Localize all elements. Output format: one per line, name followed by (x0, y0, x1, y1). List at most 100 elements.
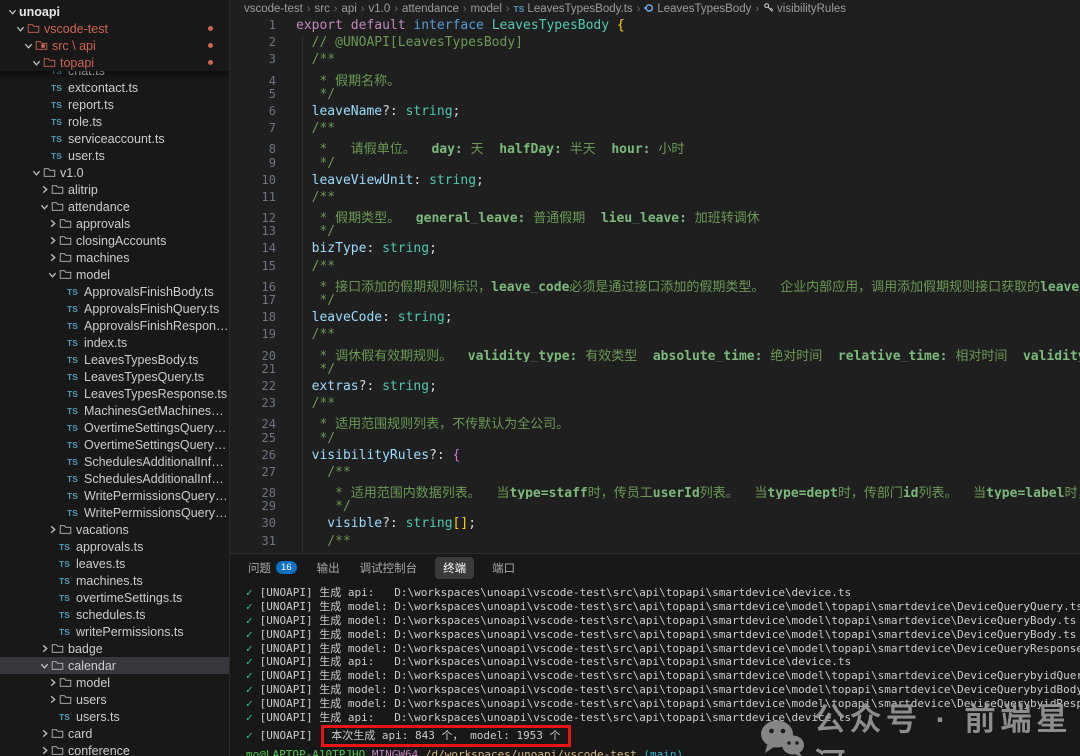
file-item-schedulesadditionalinforespo[interactable]: TS SchedulesAdditionalInfoRespo… (0, 470, 229, 487)
code-line[interactable]: 27 /** (230, 465, 1080, 482)
folder-item-closingaccounts[interactable]: closingAccounts (0, 232, 229, 249)
terminal-prompt[interactable]: mo@LAPTOP-A10TPJHO MINGW64 /d/workspaces… (246, 748, 1080, 756)
folder-item-calendar[interactable]: calendar (0, 657, 229, 674)
tree-sticky-scroll[interactable]: unoapi vscode-test src \ api topapi (0, 0, 229, 71)
folder-item-vscode-test[interactable]: vscode-test (0, 20, 229, 37)
breadcrumb-item-leavestypesbody[interactable]: LeavesTypesBody (644, 3, 751, 16)
file-item-approvalsfinishquery-ts[interactable]: TS ApprovalsFinishQuery.ts (0, 300, 229, 317)
code-line[interactable]: 26 visibilityRules?: { (230, 448, 1080, 465)
code-line[interactable]: 20 * 调休假有效期规则。 validity_type: 有效类型 absol… (230, 345, 1080, 362)
chevron-down-icon[interactable] (46, 270, 59, 279)
code-editor[interactable]: vscode-test › src › api › v1.0 › attendance › mode… (230, 0, 1080, 553)
code-line[interactable]: 13 */ (230, 224, 1080, 241)
file-item-leavestypesbody-ts[interactable]: TS LeavesTypesBody.ts (0, 351, 229, 368)
code-line[interactable]: 8 * 请假单位。 day: 天 halfDay: 半天 hour: 小时 (230, 138, 1080, 155)
file-item-users-ts[interactable]: TS users.ts (0, 708, 229, 725)
code-line[interactable]: 9 */ (230, 156, 1080, 173)
folder-item-model[interactable]: model (0, 674, 229, 691)
code-line[interactable]: 15 /** (230, 259, 1080, 276)
code-area[interactable]: 1 export default interface LeavesTypesBod… (230, 18, 1080, 553)
file-item-schedulesadditionalinfobody-ts[interactable]: TS SchedulesAdditionalInfoBody.ts (0, 453, 229, 470)
chevron-right-icon[interactable] (46, 525, 59, 534)
folder-item-approvals[interactable]: approvals (0, 215, 229, 232)
chevron-right-icon[interactable] (46, 678, 59, 687)
code-line[interactable]: 2 // @UNOAPI[LeavesTypesBody] (230, 35, 1080, 52)
breadcrumb-item-vscode-test[interactable]: vscode-test (244, 3, 303, 15)
chevron-right-icon[interactable] (38, 746, 51, 755)
breadcrumb-item-visibilityrules[interactable]: visibilityRules (763, 2, 846, 16)
terminal-panel[interactable]: 问题 16 输出 调试控制台 终端 端口 ✓ [UNOAPI] 生成 api: D:\wor… (230, 553, 1080, 756)
folder-item-vacations[interactable]: vacations (0, 521, 229, 538)
file-item-overtimesettingsqueryrespon[interactable]: TS OvertimeSettingsQueryRespon… (0, 436, 229, 453)
code-line[interactable]: 19 /** (230, 327, 1080, 344)
chevron-down-icon[interactable] (38, 661, 51, 670)
panel-tab-item[interactable]: 输出 (315, 557, 342, 579)
file-item-report-ts[interactable]: TS report.ts (0, 96, 229, 113)
file-item-overtimesettingsquerybody-ts[interactable]: TS OvertimeSettingsQueryBody.ts (0, 419, 229, 436)
code-line[interactable]: 10 leaveViewUnit: string; (230, 173, 1080, 190)
file-item-schedules-ts[interactable]: TS schedules.ts (0, 606, 229, 623)
breadcrumb-item-v1-0[interactable]: v1.0 (369, 3, 391, 15)
chevron-right-icon[interactable] (38, 644, 51, 653)
file-item-extcontact-ts[interactable]: TS extcontact.ts (0, 79, 229, 96)
file-item-machinesgetmachinesbydevid[interactable]: TS MachinesGetMachinesByDevId… (0, 402, 229, 419)
code-line[interactable]: 1 export default interface LeavesTypesBod… (230, 18, 1080, 35)
code-line[interactable]: 23 /** (230, 396, 1080, 413)
file-item-leavestypesresponse-ts[interactable]: TS LeavesTypesResponse.ts (0, 385, 229, 402)
folder-item-attendance[interactable]: attendance (0, 198, 229, 215)
folder-item-conference[interactable]: conference (0, 742, 229, 756)
code-line[interactable]: 18 leaveCode: string; (230, 310, 1080, 327)
code-line[interactable]: 31 /** (230, 534, 1080, 551)
chevron-right-icon[interactable] (46, 253, 59, 262)
panel-tab-item[interactable]: 终端 (435, 556, 475, 579)
breadcrumb-item-leavestypesbody-ts[interactable]: TS LeavesTypesBody.ts (514, 3, 633, 15)
breadcrumb-item-src[interactable]: src (314, 3, 329, 15)
folder-item-v1-0[interactable]: v1.0 (0, 164, 229, 181)
file-item-index-ts[interactable]: TS index.ts (0, 334, 229, 351)
code-line[interactable]: 29 */ (230, 499, 1080, 516)
folder-item-machines[interactable]: machines (0, 249, 229, 266)
code-line[interactable]: 14 bizType: string; (230, 241, 1080, 258)
file-item-leavestypesquery-ts[interactable]: TS LeavesTypesQuery.ts (0, 368, 229, 385)
code-line[interactable]: 5 */ (230, 87, 1080, 104)
folder-item-card[interactable]: card (0, 725, 229, 742)
code-line[interactable]: 22 extras?: string; (230, 379, 1080, 396)
chevron-right-icon[interactable] (46, 695, 59, 704)
folder-item-alitrip[interactable]: alitrip (0, 181, 229, 198)
chevron-right-icon[interactable] (46, 219, 59, 228)
chevron-down-icon[interactable] (22, 41, 35, 50)
terminal-output[interactable]: ✓ [UNOAPI] 生成 api: D:\workspaces\unoapi\v… (230, 581, 1080, 756)
code-line[interactable]: 24 * 适用范围规则列表，不传默认为全公司。 (230, 413, 1080, 430)
file-item-role-ts[interactable]: TS role.ts (0, 113, 229, 130)
code-line[interactable]: 17 */ (230, 293, 1080, 310)
file-tree[interactable]: TSchat.tsTSextcontact.tsTSreport.tsTSrol… (0, 62, 229, 756)
chevron-right-icon[interactable] (38, 185, 51, 194)
code-line[interactable]: 12 * 假期类型。 general_leave: 普通假期 lieu_leav… (230, 207, 1080, 224)
folder-item-users[interactable]: users (0, 691, 229, 708)
file-item-overtimesettings-ts[interactable]: TS overtimeSettings.ts (0, 589, 229, 606)
breadcrumb-item-attendance[interactable]: attendance (402, 3, 459, 15)
chevron-down-icon[interactable] (30, 58, 43, 67)
panel-tab-item[interactable]: 调试控制台 (358, 557, 420, 579)
code-line[interactable]: 30 visible?: string[]; (230, 516, 1080, 533)
folder-item-badge[interactable]: badge (0, 640, 229, 657)
file-item-approvalsfinishbody-ts[interactable]: TS ApprovalsFinishBody.ts (0, 283, 229, 300)
breadcrumb-item-api[interactable]: api (342, 3, 357, 15)
folder-item-topapi[interactable]: topapi (0, 54, 229, 71)
code-line[interactable]: 25 */ (230, 431, 1080, 448)
chevron-down-icon[interactable] (14, 24, 27, 33)
file-item-writepermissions-ts[interactable]: TS writePermissions.ts (0, 623, 229, 640)
breadcrumb-item-model[interactable]: model (471, 3, 502, 15)
file-item-serviceaccount-ts[interactable]: TS serviceaccount.ts (0, 130, 229, 147)
code-line[interactable]: 6 leaveName?: string; (230, 104, 1080, 121)
panel-tab-item[interactable]: 端口 (490, 557, 517, 579)
panel-tabs[interactable]: 问题 16 输出 调试控制台 终端 端口 (230, 554, 1080, 581)
folder-item-src-api[interactable]: src \ api (0, 37, 229, 54)
file-item-approvals-ts[interactable]: TS approvals.ts (0, 538, 229, 555)
file-item-machines-ts[interactable]: TS machines.ts (0, 572, 229, 589)
code-line[interactable]: 16 * 接口添加的假期规则标识，leave_code必须是通过接口添加的假期类… (230, 276, 1080, 293)
file-item-approvalsfinishresponse-ts[interactable]: TS ApprovalsFinishResponse.ts (0, 317, 229, 334)
chevron-down-icon[interactable] (38, 202, 51, 211)
folder-item-model[interactable]: model (0, 266, 229, 283)
code-line[interactable]: 7 /** (230, 121, 1080, 138)
